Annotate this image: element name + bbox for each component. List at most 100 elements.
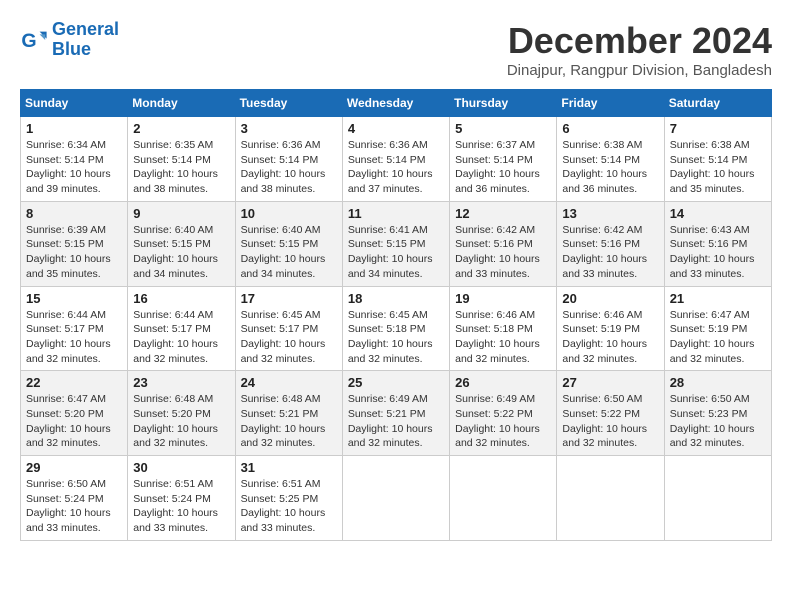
calendar-cell: 10 Sunrise: 6:40 AMSunset: 5:15 PMDaylig… bbox=[235, 201, 342, 286]
day-number: 19 bbox=[455, 291, 551, 306]
calendar-cell: 23 Sunrise: 6:48 AMSunset: 5:20 PMDaylig… bbox=[128, 371, 235, 456]
logo-icon: G bbox=[20, 26, 48, 54]
day-number: 8 bbox=[26, 206, 122, 221]
day-info: Sunrise: 6:51 AMSunset: 5:25 PMDaylight:… bbox=[241, 478, 326, 534]
month-title: December 2024 bbox=[507, 20, 772, 62]
header-monday: Monday bbox=[128, 90, 235, 117]
day-number: 14 bbox=[670, 206, 766, 221]
logo-line2: Blue bbox=[52, 39, 91, 59]
calendar-week-row: 8 Sunrise: 6:39 AMSunset: 5:15 PMDayligh… bbox=[21, 201, 772, 286]
day-info: Sunrise: 6:41 AMSunset: 5:15 PMDaylight:… bbox=[348, 224, 433, 280]
day-info: Sunrise: 6:34 AMSunset: 5:14 PMDaylight:… bbox=[26, 139, 111, 195]
day-number: 20 bbox=[562, 291, 658, 306]
header-wednesday: Wednesday bbox=[342, 90, 449, 117]
calendar-cell: 31 Sunrise: 6:51 AMSunset: 5:25 PMDaylig… bbox=[235, 456, 342, 541]
day-info: Sunrise: 6:42 AMSunset: 5:16 PMDaylight:… bbox=[455, 224, 540, 280]
header-friday: Friday bbox=[557, 90, 664, 117]
calendar-cell: 19 Sunrise: 6:46 AMSunset: 5:18 PMDaylig… bbox=[450, 286, 557, 371]
header-saturday: Saturday bbox=[664, 90, 771, 117]
day-info: Sunrise: 6:40 AMSunset: 5:15 PMDaylight:… bbox=[241, 224, 326, 280]
day-info: Sunrise: 6:42 AMSunset: 5:16 PMDaylight:… bbox=[562, 224, 647, 280]
calendar-cell: 11 Sunrise: 6:41 AMSunset: 5:15 PMDaylig… bbox=[342, 201, 449, 286]
header-tuesday: Tuesday bbox=[235, 90, 342, 117]
day-number: 5 bbox=[455, 121, 551, 136]
day-info: Sunrise: 6:40 AMSunset: 5:15 PMDaylight:… bbox=[133, 224, 218, 280]
day-number: 28 bbox=[670, 375, 766, 390]
day-number: 29 bbox=[26, 460, 122, 475]
day-number: 24 bbox=[241, 375, 337, 390]
day-info: Sunrise: 6:50 AMSunset: 5:24 PMDaylight:… bbox=[26, 478, 111, 534]
day-number: 6 bbox=[562, 121, 658, 136]
day-number: 3 bbox=[241, 121, 337, 136]
day-number: 27 bbox=[562, 375, 658, 390]
calendar-table: SundayMondayTuesdayWednesdayThursdayFrid… bbox=[20, 89, 772, 541]
calendar-cell: 12 Sunrise: 6:42 AMSunset: 5:16 PMDaylig… bbox=[450, 201, 557, 286]
calendar-cell: 7 Sunrise: 6:38 AMSunset: 5:14 PMDayligh… bbox=[664, 117, 771, 202]
day-number: 23 bbox=[133, 375, 229, 390]
calendar-cell: 25 Sunrise: 6:49 AMSunset: 5:21 PMDaylig… bbox=[342, 371, 449, 456]
calendar-cell: 29 Sunrise: 6:50 AMSunset: 5:24 PMDaylig… bbox=[21, 456, 128, 541]
calendar-cell: 6 Sunrise: 6:38 AMSunset: 5:14 PMDayligh… bbox=[557, 117, 664, 202]
day-number: 12 bbox=[455, 206, 551, 221]
title-block: December 2024 Dinajpur, Rangpur Division… bbox=[507, 20, 772, 79]
calendar-cell: 28 Sunrise: 6:50 AMSunset: 5:23 PMDaylig… bbox=[664, 371, 771, 456]
day-info: Sunrise: 6:36 AMSunset: 5:14 PMDaylight:… bbox=[348, 139, 433, 195]
page-header: G General Blue December 2024 Dinajpur, R… bbox=[20, 20, 772, 79]
calendar-cell: 18 Sunrise: 6:45 AMSunset: 5:18 PMDaylig… bbox=[342, 286, 449, 371]
day-info: Sunrise: 6:47 AMSunset: 5:20 PMDaylight:… bbox=[26, 393, 111, 449]
day-number: 16 bbox=[133, 291, 229, 306]
calendar-cell bbox=[664, 456, 771, 541]
calendar-cell bbox=[342, 456, 449, 541]
day-number: 30 bbox=[133, 460, 229, 475]
day-info: Sunrise: 6:51 AMSunset: 5:24 PMDaylight:… bbox=[133, 478, 218, 534]
calendar-week-row: 22 Sunrise: 6:47 AMSunset: 5:20 PMDaylig… bbox=[21, 371, 772, 456]
svg-text:G: G bbox=[21, 30, 36, 52]
logo: G General Blue bbox=[20, 20, 119, 60]
day-info: Sunrise: 6:49 AMSunset: 5:21 PMDaylight:… bbox=[348, 393, 433, 449]
day-info: Sunrise: 6:45 AMSunset: 5:18 PMDaylight:… bbox=[348, 309, 433, 365]
calendar-week-row: 1 Sunrise: 6:34 AMSunset: 5:14 PMDayligh… bbox=[21, 117, 772, 202]
day-number: 17 bbox=[241, 291, 337, 306]
day-number: 26 bbox=[455, 375, 551, 390]
day-info: Sunrise: 6:44 AMSunset: 5:17 PMDaylight:… bbox=[133, 309, 218, 365]
day-number: 2 bbox=[133, 121, 229, 136]
day-info: Sunrise: 6:44 AMSunset: 5:17 PMDaylight:… bbox=[26, 309, 111, 365]
calendar-cell: 26 Sunrise: 6:49 AMSunset: 5:22 PMDaylig… bbox=[450, 371, 557, 456]
day-info: Sunrise: 6:38 AMSunset: 5:14 PMDaylight:… bbox=[670, 139, 755, 195]
calendar-cell bbox=[450, 456, 557, 541]
calendar-cell: 3 Sunrise: 6:36 AMSunset: 5:14 PMDayligh… bbox=[235, 117, 342, 202]
calendar-cell bbox=[557, 456, 664, 541]
calendar-cell: 2 Sunrise: 6:35 AMSunset: 5:14 PMDayligh… bbox=[128, 117, 235, 202]
day-number: 7 bbox=[670, 121, 766, 136]
day-number: 9 bbox=[133, 206, 229, 221]
calendar-cell: 5 Sunrise: 6:37 AMSunset: 5:14 PMDayligh… bbox=[450, 117, 557, 202]
logo-line1: General bbox=[52, 19, 119, 39]
calendar-cell: 30 Sunrise: 6:51 AMSunset: 5:24 PMDaylig… bbox=[128, 456, 235, 541]
day-info: Sunrise: 6:50 AMSunset: 5:22 PMDaylight:… bbox=[562, 393, 647, 449]
day-info: Sunrise: 6:37 AMSunset: 5:14 PMDaylight:… bbox=[455, 139, 540, 195]
calendar-week-row: 29 Sunrise: 6:50 AMSunset: 5:24 PMDaylig… bbox=[21, 456, 772, 541]
day-number: 10 bbox=[241, 206, 337, 221]
calendar-cell: 16 Sunrise: 6:44 AMSunset: 5:17 PMDaylig… bbox=[128, 286, 235, 371]
day-number: 22 bbox=[26, 375, 122, 390]
day-info: Sunrise: 6:46 AMSunset: 5:18 PMDaylight:… bbox=[455, 309, 540, 365]
calendar-week-row: 15 Sunrise: 6:44 AMSunset: 5:17 PMDaylig… bbox=[21, 286, 772, 371]
day-info: Sunrise: 6:46 AMSunset: 5:19 PMDaylight:… bbox=[562, 309, 647, 365]
calendar-cell: 1 Sunrise: 6:34 AMSunset: 5:14 PMDayligh… bbox=[21, 117, 128, 202]
day-info: Sunrise: 6:35 AMSunset: 5:14 PMDaylight:… bbox=[133, 139, 218, 195]
calendar-cell: 22 Sunrise: 6:47 AMSunset: 5:20 PMDaylig… bbox=[21, 371, 128, 456]
calendar-cell: 24 Sunrise: 6:48 AMSunset: 5:21 PMDaylig… bbox=[235, 371, 342, 456]
calendar-cell: 8 Sunrise: 6:39 AMSunset: 5:15 PMDayligh… bbox=[21, 201, 128, 286]
day-number: 31 bbox=[241, 460, 337, 475]
calendar-cell: 17 Sunrise: 6:45 AMSunset: 5:17 PMDaylig… bbox=[235, 286, 342, 371]
day-number: 13 bbox=[562, 206, 658, 221]
day-info: Sunrise: 6:38 AMSunset: 5:14 PMDaylight:… bbox=[562, 139, 647, 195]
calendar-cell: 9 Sunrise: 6:40 AMSunset: 5:15 PMDayligh… bbox=[128, 201, 235, 286]
day-info: Sunrise: 6:36 AMSunset: 5:14 PMDaylight:… bbox=[241, 139, 326, 195]
day-info: Sunrise: 6:48 AMSunset: 5:21 PMDaylight:… bbox=[241, 393, 326, 449]
day-number: 25 bbox=[348, 375, 444, 390]
day-number: 1 bbox=[26, 121, 122, 136]
calendar-cell: 20 Sunrise: 6:46 AMSunset: 5:19 PMDaylig… bbox=[557, 286, 664, 371]
day-info: Sunrise: 6:45 AMSunset: 5:17 PMDaylight:… bbox=[241, 309, 326, 365]
header-sunday: Sunday bbox=[21, 90, 128, 117]
